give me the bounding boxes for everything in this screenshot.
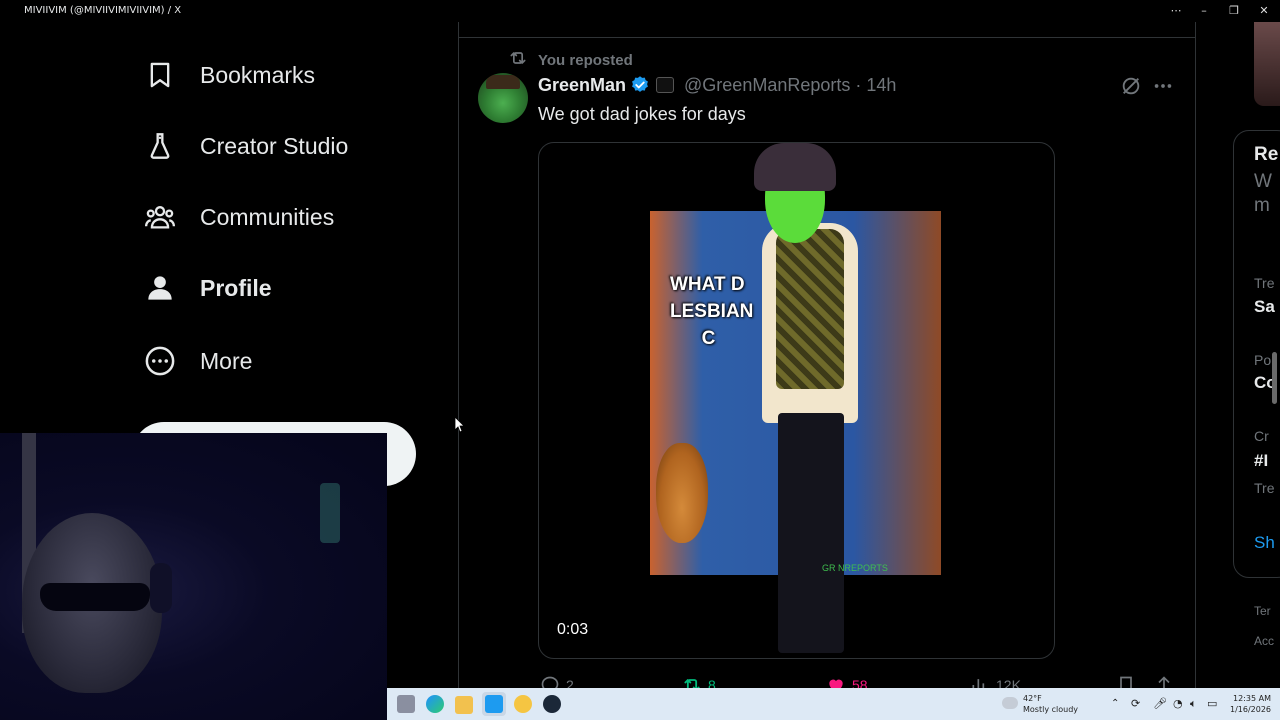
video-caption: WHAT D LESBIAN C — [670, 274, 754, 349]
tray-overflow-icon[interactable]: ⌃ — [1111, 698, 1119, 709]
repost-indicator: You reposted — [508, 48, 633, 73]
verified-badge-icon — [630, 75, 650, 95]
post-author: GreenMan @GreenManReports · 14h — [538, 74, 896, 96]
background-light — [320, 483, 340, 543]
divider — [458, 37, 1196, 38]
sidebar-item-bookmarks[interactable]: Bookmarks — [144, 51, 315, 99]
volume-icon[interactable]: 🔈︎ — [1190, 697, 1197, 711]
flask-icon — [144, 130, 176, 162]
sidebar-item-label: Communities — [200, 203, 335, 230]
sidebar-item-label: Bookmarks — [200, 61, 316, 88]
video-player[interactable]: WHAT D LESBIAN C GR NREPORTS 0:03 — [538, 142, 1055, 659]
video-duration: 0:03 — [557, 621, 589, 638]
clock-date[interactable]: 1/16/2026 — [1230, 705, 1271, 714]
right-sidebar-fragment: Cr — [1254, 428, 1269, 444]
window-titlebar: MIVIIVIM (@MIVIIVIMIVIIVIM) / X ⋯ – ❐ ✕ — [0, 0, 1280, 22]
sidebar-item-label: More — [200, 347, 253, 374]
twitter-app-icon[interactable] — [485, 695, 503, 713]
window-menu-icon[interactable]: ⋯ — [1168, 3, 1184, 19]
weather-description: Mostly cloudy — [1023, 705, 1078, 714]
right-sidebar-fragment: Po — [1254, 352, 1272, 368]
right-sidebar-fragment: Re — [1254, 144, 1279, 165]
sidebar-item-communities[interactable]: Communities — [144, 193, 334, 241]
window-title: MIVIIVIM (@MIVIIVIMIVIIVIM) / X — [24, 5, 182, 16]
bookmark-icon — [144, 59, 176, 91]
sidebar-item-label: Profile — [200, 274, 272, 301]
sidebar-item-profile[interactable]: Profile — [144, 264, 272, 312]
app-icon[interactable] — [514, 695, 532, 713]
right-sidebar-fragment[interactable]: #I — [1254, 451, 1268, 471]
performer — [750, 213, 870, 653]
video-watermark: GR NREPORTS — [822, 563, 888, 573]
show-more-link[interactable]: Sh — [1254, 533, 1275, 553]
sidebar-item-creator-studio[interactable]: Creator Studio — [144, 122, 348, 170]
right-sidebar-fragment[interactable]: Sa — [1254, 297, 1275, 317]
repost-label: You reposted — [538, 52, 633, 69]
microphone-icon[interactable]: 🎤︎ — [1153, 697, 1167, 710]
sync-icon[interactable]: ⟳ — [1131, 697, 1140, 710]
post-text: We got dad jokes for days — [538, 104, 746, 124]
video-frame: WHAT D LESBIAN C GR NREPORTS — [650, 143, 941, 658]
author-name[interactable]: GreenMan — [538, 75, 626, 96]
weather-temperature: 42°F — [1023, 694, 1042, 703]
sunglasses — [40, 583, 150, 611]
post-time[interactable]: 14h — [866, 75, 896, 96]
separator-dot: · — [855, 74, 862, 95]
person-icon — [144, 272, 176, 304]
mouse-cursor-icon — [454, 416, 465, 438]
repost-icon — [508, 48, 528, 73]
clock-time[interactable]: 12:35 AM — [1233, 694, 1271, 703]
sidebar-item-more[interactable]: More — [144, 337, 252, 385]
performer-hat — [754, 143, 836, 191]
affiliation-badge-icon — [656, 77, 675, 93]
headphones — [150, 563, 172, 613]
right-sidebar-fragment: Tre — [1254, 275, 1275, 291]
right-sidebar-fragment: Tre — [1254, 480, 1275, 496]
close-icon[interactable]: ✕ — [1256, 3, 1272, 19]
scrollbar-thumb[interactable] — [1272, 352, 1277, 404]
right-sidebar-fragment: m — [1254, 195, 1270, 216]
right-sidebar-fragment[interactable]: Ter — [1254, 604, 1271, 618]
calculator-icon[interactable] — [397, 695, 415, 713]
steam-icon[interactable] — [543, 695, 561, 713]
more-circle-icon — [144, 345, 176, 377]
right-sidebar-fragment: W — [1254, 171, 1272, 192]
more-options-icon[interactable] — [1152, 75, 1174, 97]
guitar — [656, 443, 708, 543]
author-avatar[interactable] — [478, 73, 528, 123]
minimize-icon[interactable]: – — [1196, 3, 1212, 19]
webcam-overlay — [0, 433, 387, 720]
grok-icon[interactable] — [1120, 75, 1142, 97]
right-sidebar-image — [1254, 22, 1280, 106]
communities-icon — [144, 201, 176, 233]
weather-icon — [1002, 697, 1018, 709]
restore-icon[interactable]: ❐ — [1226, 3, 1242, 19]
right-sidebar-fragment[interactable]: Acc — [1254, 634, 1274, 648]
author-handle[interactable]: @GreenManReports — [684, 75, 850, 96]
wifi-icon[interactable]: ◔ — [1173, 697, 1183, 710]
battery-icon[interactable]: ▭ — [1207, 697, 1217, 710]
edge-browser-icon[interactable] — [426, 695, 444, 713]
sidebar-item-label: Creator Studio — [200, 132, 349, 159]
file-explorer-icon[interactable] — [455, 696, 473, 714]
